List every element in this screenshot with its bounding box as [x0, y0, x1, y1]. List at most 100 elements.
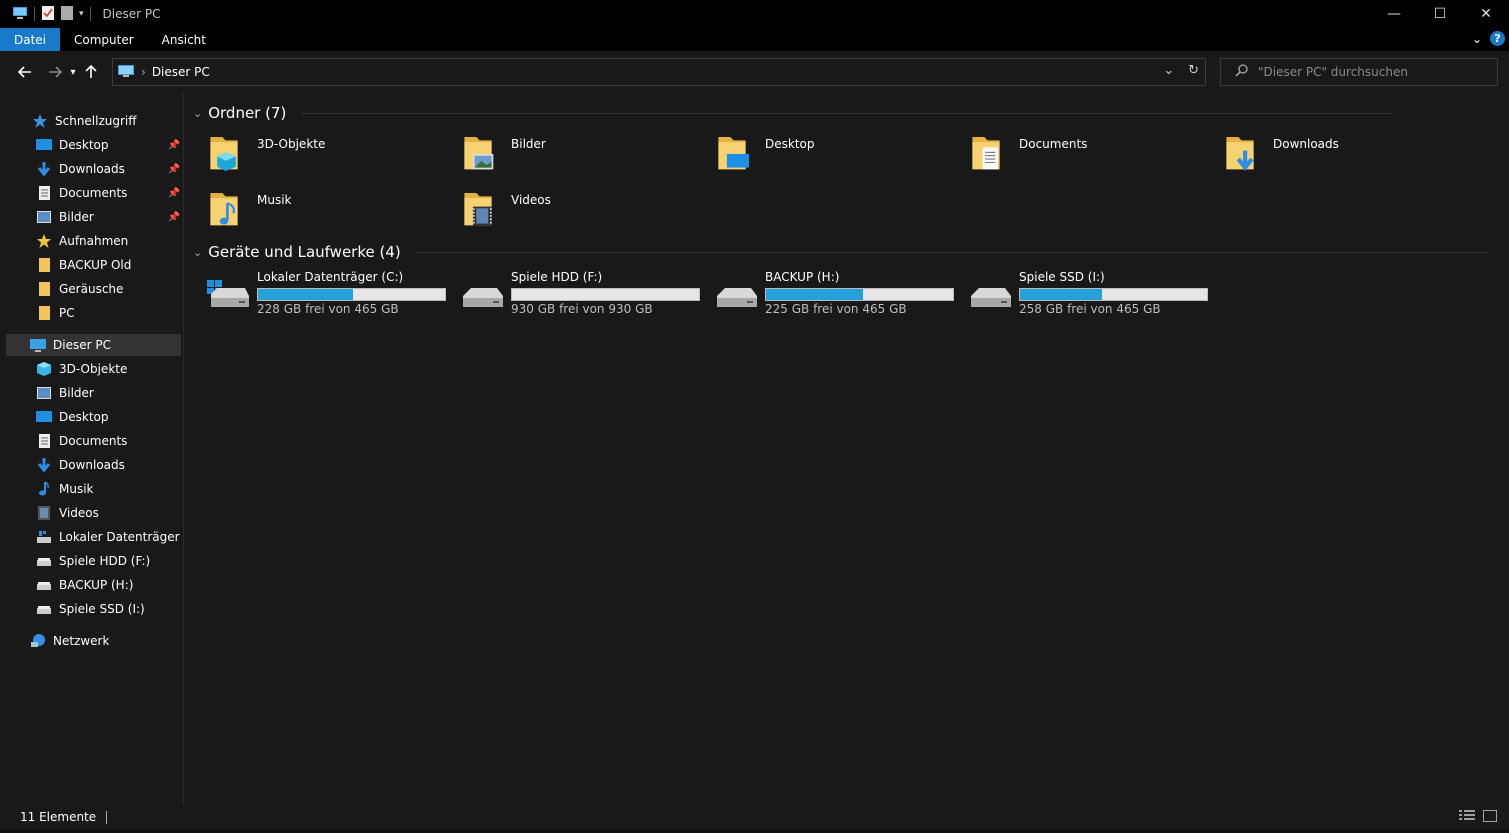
hard-drive-icon [36, 553, 52, 569]
content-pane: ⌄ Ordner (7) 3D-Objekte Bilder Desktop D… [185, 93, 1509, 805]
sidebar-item-pc-bilder[interactable]: Bilder [36, 382, 94, 404]
desktop-folder-icon [718, 137, 749, 170]
sidebar-item-drive-h[interactable]: BACKUP (H:) [36, 574, 133, 596]
folder-tile-musik[interactable]: Musik [207, 189, 457, 241]
sidebar-item-desktop[interactable]: Desktop 📌 [36, 134, 184, 156]
sidebar-item-pc-musik[interactable]: Musik [36, 478, 94, 500]
folder-icon [36, 257, 52, 273]
folder-tile-desktop[interactable]: Desktop [715, 133, 965, 185]
download-arrow-icon [36, 161, 52, 177]
back-button[interactable] [14, 66, 36, 78]
window-controls: — ☐ ✕ [1371, 0, 1509, 28]
sidebar-item-drive-i[interactable]: Spiele SSD (I:) [36, 598, 145, 620]
minimize-button[interactable]: — [1371, 0, 1417, 28]
separator [89, 7, 91, 21]
sidebar-item-aufnahmen[interactable]: Aufnahmen [36, 230, 128, 252]
folder-icon [36, 281, 52, 297]
address-bar[interactable]: › Dieser PC ⌄ ↻ [112, 58, 1206, 86]
network-icon [30, 633, 46, 649]
folder-tile-videos[interactable]: Videos [461, 189, 711, 241]
hard-drive-icon [717, 288, 757, 307]
large-icons-view-icon[interactable] [1482, 809, 1498, 825]
search-input[interactable] [1258, 65, 1478, 79]
sidebar-item-backup-old[interactable]: BACKUP Old [36, 254, 131, 276]
folder-tile-3d-objekte[interactable]: 3D-Objekte [207, 133, 457, 185]
folder-tile-bilder[interactable]: Bilder [461, 133, 711, 185]
sidebar-item-pc-documents[interactable]: Documents [36, 430, 127, 452]
usage-bar [511, 288, 700, 301]
customize-qa-chevron-icon[interactable]: ▾ [79, 9, 84, 19]
separator [34, 7, 35, 21]
maximize-button[interactable]: ☐ [1417, 0, 1463, 28]
search-box[interactable] [1220, 58, 1498, 86]
forward-button[interactable] [44, 66, 66, 78]
folders-group-header[interactable]: ⌄ Ordner (7) [193, 104, 1393, 122]
expand-ribbon-chevron-icon[interactable]: ⌄ [1472, 32, 1482, 46]
tab-ansicht[interactable]: Ansicht [148, 28, 220, 51]
up-button[interactable] [80, 65, 102, 79]
system-drive-icon [207, 280, 249, 307]
sidebar-item-pc-desktop[interactable]: Desktop [36, 406, 109, 428]
sidebar-item-geraeusche[interactable]: Geräusche [36, 278, 123, 300]
usage-fill [1020, 289, 1103, 300]
drive-tile-c[interactable]: Lokaler Datenträger (C:) 228 GB frei von… [207, 270, 457, 316]
picture-icon [36, 209, 52, 225]
sidebar-item-drive-f[interactable]: Spiele HDD (F:) [36, 550, 150, 572]
hard-drive-icon [971, 288, 1011, 307]
drive-tile-i[interactable]: Spiele SSD (I:) 258 GB frei von 465 GB [969, 270, 1219, 316]
sidebar-item-bilder[interactable]: Bilder 📌 [36, 206, 184, 228]
properties-icon[interactable] [41, 5, 55, 24]
taskbar-edge [0, 829, 1509, 833]
download-arrow-icon [36, 457, 52, 473]
sidebar-item-3d-objekte[interactable]: 3D-Objekte [36, 358, 127, 380]
pin-icon: 📌 [167, 211, 180, 223]
navigation-bar: ▾ › Dieser PC ⌄ ↻ [0, 51, 1509, 93]
sidebar-item-pc[interactable]: PC [36, 302, 75, 324]
sidebar-item-this-pc[interactable]: Dieser PC [6, 334, 181, 356]
collapse-chevron-icon[interactable]: ⌄ [193, 107, 202, 120]
desktop-icon [36, 137, 52, 153]
folder-icon [36, 305, 52, 321]
drives-group-header[interactable]: ⌄ Geräte und Laufwerke (4) [193, 243, 1487, 261]
separator [416, 251, 1487, 253]
address-dropdown-chevron-icon[interactable]: ⌄ [1163, 63, 1174, 78]
breadcrumb-chevron-icon[interactable]: › [141, 65, 146, 79]
tab-computer[interactable]: Computer [60, 28, 148, 51]
sidebar-item-network[interactable]: Netzwerk [30, 630, 109, 652]
folder-tile-downloads[interactable]: Downloads [1223, 133, 1473, 185]
close-button[interactable]: ✕ [1463, 0, 1509, 28]
status-bar: 11 Elemente [0, 805, 1509, 829]
tab-datei[interactable]: Datei [0, 28, 61, 51]
separator [302, 112, 1393, 114]
usage-fill [258, 289, 354, 300]
sidebar-item-pc-videos[interactable]: Videos [36, 502, 99, 524]
sidebar-item-drive-c[interactable]: Lokaler Datenträger (C:) [36, 526, 184, 548]
navigation-pane: Schnellzugriff Desktop 📌 Downloads 📌 Doc… [6, 93, 184, 805]
help-button[interactable]: ? [1490, 31, 1505, 46]
usage-bar [1019, 288, 1208, 301]
hard-drive-icon [36, 601, 52, 617]
recent-locations-chevron-icon[interactable]: ▾ [66, 67, 80, 78]
hard-drive-icon [463, 288, 503, 307]
details-view-icon[interactable] [1459, 810, 1475, 825]
sidebar-item-downloads[interactable]: Downloads 📌 [36, 158, 184, 180]
documents-folder-icon [972, 137, 1000, 170]
this-pc-icon[interactable] [12, 6, 28, 23]
this-pc-icon [30, 337, 46, 353]
sidebar-item-pc-downloads[interactable]: Downloads [36, 454, 125, 476]
folder-tile-documents[interactable]: Documents [969, 133, 1219, 185]
new-folder-icon[interactable] [61, 5, 73, 24]
refresh-icon[interactable]: ↻ [1188, 63, 1199, 78]
collapse-chevron-icon[interactable]: ⌄ [193, 246, 202, 259]
breadcrumb[interactable]: Dieser PC [152, 65, 210, 79]
usage-bar [257, 288, 446, 301]
picture-icon [36, 385, 52, 401]
desktop-icon [36, 409, 52, 425]
sidebar-item-quick-access[interactable]: Schnellzugriff [32, 110, 137, 132]
sidebar-item-documents[interactable]: Documents 📌 [36, 182, 184, 204]
drive-tile-f[interactable]: Spiele HDD (F:) 930 GB frei von 930 GB [461, 270, 711, 316]
star-icon [36, 233, 52, 249]
pictures-folder-icon [464, 137, 494, 170]
drive-tile-h[interactable]: BACKUP (H:) 225 GB frei von 465 GB [715, 270, 965, 316]
music-folder-icon [210, 193, 238, 226]
